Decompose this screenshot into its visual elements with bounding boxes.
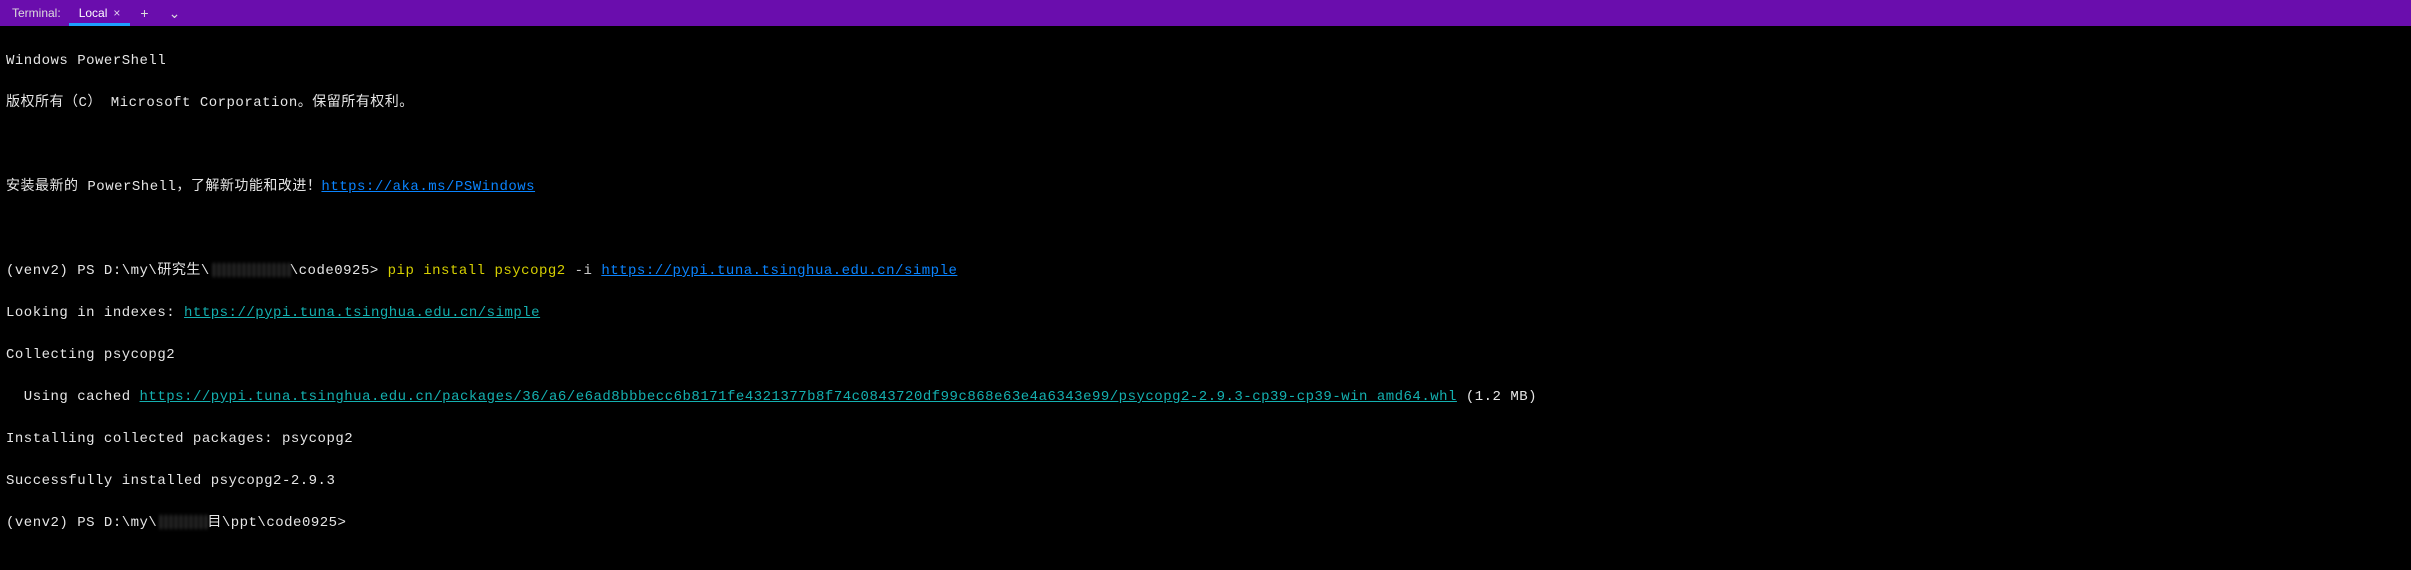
tab-dropdown-icon[interactable]: ⌄ xyxy=(159,5,191,22)
blank-line xyxy=(6,135,2405,156)
redacted-path xyxy=(157,515,207,529)
terminal-body[interactable]: Windows PowerShell 版权所有（C） Microsoft Cor… xyxy=(0,26,2411,559)
close-icon[interactable]: × xyxy=(113,6,120,20)
index-url-link[interactable]: https://pypi.tuna.tsinghua.edu.cn/simple xyxy=(184,305,540,321)
output-line: Collecting psycopg2 xyxy=(6,345,2405,366)
terminal-titlebar: Terminal: Local × + ⌄ xyxy=(0,0,2411,26)
tab-label: Local xyxy=(79,6,108,20)
output-line: Looking in indexes: https://pypi.tuna.ts… xyxy=(6,303,2405,324)
add-tab-button[interactable]: + xyxy=(130,5,158,21)
output-line: Successfully installed psycopg2-2.9.3 xyxy=(6,471,2405,492)
pswindows-link[interactable]: https://aka.ms/PSWindows xyxy=(321,179,535,195)
copyright-line: 版权所有（C） Microsoft Corporation。保留所有权利。 xyxy=(6,93,2405,114)
output-line: Installing collected packages: psycopg2 xyxy=(6,429,2405,450)
install-hint-line: 安装最新的 PowerShell，了解新功能和改进！https://aka.ms… xyxy=(6,177,2405,198)
terminal-label: Terminal: xyxy=(4,6,69,20)
banner-line: Windows PowerShell xyxy=(6,51,2405,72)
prompt-line-1: (venv2) PS D:\my\研究生\\code0925> pip inst… xyxy=(6,261,2405,282)
blank-line xyxy=(6,219,2405,240)
index-url-arg[interactable]: https://pypi.tuna.tsinghua.edu.cn/simple xyxy=(601,263,957,279)
prompt-line-2: (venv2) PS D:\my\目\ppt\code0925> xyxy=(6,513,2405,534)
wheel-url-link[interactable]: https://pypi.tuna.tsinghua.edu.cn/packag… xyxy=(140,389,1457,405)
output-line: Using cached https://pypi.tuna.tsinghua.… xyxy=(6,387,2405,408)
redacted-path xyxy=(210,263,290,277)
pip-command: pip install psycopg2 xyxy=(379,263,575,279)
tab-local[interactable]: Local × xyxy=(69,0,131,26)
